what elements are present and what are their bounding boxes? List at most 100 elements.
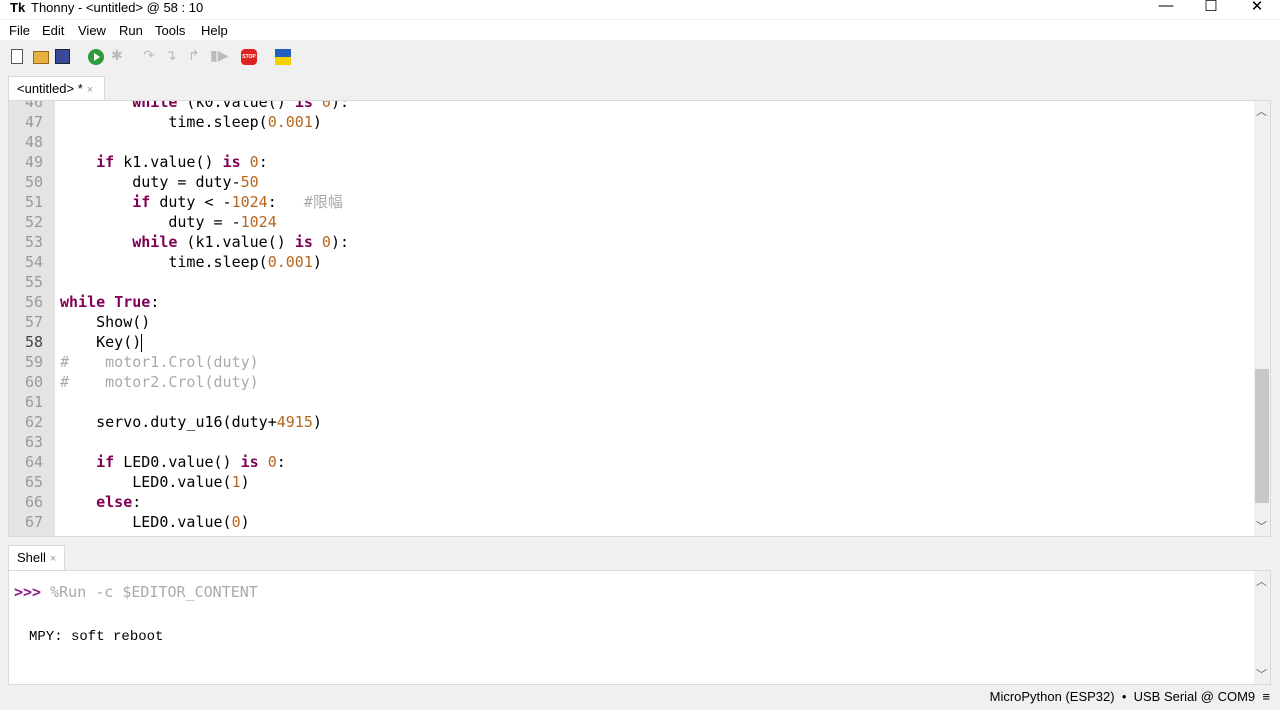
- line-number: 53: [24, 233, 43, 251]
- code-token: duty = duty-: [60, 173, 241, 191]
- toolbar: ✱ ↷ ↴ ↱ ▮▶ STOP: [0, 44, 1280, 70]
- line-number: 56: [24, 293, 43, 311]
- code-token: ):: [330, 233, 349, 251]
- code-token: ): [240, 473, 250, 491]
- code-token: :: [132, 493, 142, 511]
- code-token: 0: [321, 233, 331, 251]
- line-number: 67: [24, 513, 43, 531]
- code-token: while: [60, 293, 106, 311]
- shell-prompt: >>>: [14, 583, 42, 601]
- status-bar: MicroPython (ESP32) • USB Serial @ COM9 …: [990, 689, 1270, 704]
- code-token: is: [294, 233, 313, 251]
- code-token: ): [312, 113, 322, 131]
- code-token: servo.duty_u16(duty+: [60, 413, 277, 431]
- code-token: (k0.value(): [177, 100, 295, 111]
- shell-tab-close-icon[interactable]: ×: [50, 553, 56, 565]
- code-editor[interactable]: 46 while (k0.value() is 0): 47 time.sleep…: [8, 100, 1271, 537]
- code-token: ):: [330, 100, 349, 111]
- maximize-button[interactable]: ☐: [1188, 0, 1234, 17]
- step-out-icon[interactable]: ↱: [188, 47, 204, 63]
- line-number: 62: [24, 413, 43, 431]
- menu-run[interactable]: Run: [119, 23, 143, 38]
- code-token: 50: [240, 173, 259, 191]
- code-token: 0.001: [267, 113, 313, 131]
- code-token: if: [96, 153, 115, 171]
- scroll-up-icon[interactable]: ︿: [1256, 573, 1267, 589]
- save-icon[interactable]: [55, 49, 70, 64]
- shell-scrollbar[interactable]: ︿ ﹀: [1254, 571, 1270, 684]
- text-cursor: [141, 333, 143, 352]
- line-number: 64: [24, 453, 43, 471]
- step-into-icon[interactable]: ↴: [165, 47, 181, 63]
- debug-icon[interactable]: ✱: [111, 47, 127, 63]
- tab-untitled[interactable]: <untitled> * ×: [8, 76, 105, 101]
- minimize-button[interactable]: —: [1143, 0, 1189, 17]
- code-token: # motor2.Crol(duty): [60, 373, 259, 391]
- stop-icon[interactable]: STOP: [241, 49, 257, 65]
- scroll-down-icon[interactable]: ﹀: [1256, 666, 1267, 682]
- menu-edit[interactable]: Edit: [42, 23, 64, 38]
- resume-icon[interactable]: ▮▶: [210, 47, 228, 63]
- shell-console[interactable]: >>> %Run -c $EDITOR_CONTENT MPY: soft re…: [8, 570, 1271, 685]
- code-token: if: [132, 193, 151, 211]
- scroll-down-icon[interactable]: ﹀: [1256, 518, 1267, 534]
- line-number: 58: [24, 333, 43, 351]
- tab-label: <untitled> *: [17, 81, 83, 96]
- code-token: LED0.value(): [114, 453, 241, 471]
- ukraine-flag-icon[interactable]: [275, 49, 291, 65]
- editor-scrollbar[interactable]: ︿ ﹀: [1254, 101, 1270, 536]
- open-file-icon[interactable]: [33, 51, 49, 64]
- code-token: duty = -: [60, 213, 241, 231]
- code-token: LED0.value(: [60, 473, 232, 491]
- step-over-icon[interactable]: ↷: [143, 47, 159, 63]
- code-token: is: [222, 153, 241, 171]
- line-number: 57: [24, 313, 43, 331]
- code-token: LED0.value(: [60, 513, 232, 531]
- shell-tab-label: Shell: [17, 550, 46, 565]
- window-title: Thonny - <untitled> @ 58 : 10: [31, 0, 204, 15]
- code-token: else: [96, 493, 133, 511]
- line-number: 65: [24, 473, 43, 491]
- menu-file[interactable]: File: [9, 23, 30, 38]
- scroll-up-icon[interactable]: ︿: [1256, 103, 1267, 119]
- scrollbar-thumb[interactable]: [1255, 369, 1269, 503]
- line-number: 60: [24, 373, 43, 391]
- line-number: 55: [24, 273, 43, 291]
- code-token: ): [312, 253, 322, 271]
- line-number: 59: [24, 353, 43, 371]
- backend-status[interactable]: MicroPython (ESP32) • USB Serial @ COM9: [990, 689, 1256, 704]
- menu-icon[interactable]: ≡: [1262, 689, 1270, 704]
- code-token: while: [132, 100, 178, 111]
- code-token: 0: [231, 513, 241, 531]
- run-icon[interactable]: [88, 49, 104, 65]
- line-number: 63: [24, 433, 43, 451]
- menu-help[interactable]: Help: [201, 23, 228, 38]
- code-token: :: [150, 293, 160, 311]
- close-button[interactable]: ✕: [1234, 0, 1280, 17]
- code-token: if: [96, 453, 115, 471]
- code-token: time.sleep(: [60, 253, 268, 271]
- code-token: 0: [267, 453, 277, 471]
- line-number: 66: [24, 493, 43, 511]
- tab-shell[interactable]: Shell ×: [8, 545, 66, 571]
- code-token: ): [240, 513, 250, 531]
- menu-tools[interactable]: Tools: [155, 23, 185, 38]
- new-file-icon[interactable]: [11, 49, 23, 64]
- code-token: duty < -: [150, 193, 232, 211]
- code-token: Key(): [60, 333, 142, 351]
- code-token: 0.001: [267, 253, 313, 271]
- shell-output: MPY: soft reboot: [29, 629, 164, 645]
- code-token: # motor1.Crol(duty): [60, 353, 259, 371]
- line-number: 50: [24, 173, 43, 191]
- menu-view[interactable]: View: [78, 23, 106, 38]
- code-token: k1.value(): [114, 153, 223, 171]
- line-number: 51: [24, 193, 43, 211]
- code-token: True: [114, 293, 151, 311]
- code-token: while: [132, 233, 178, 251]
- tab-close-icon[interactable]: ×: [87, 84, 93, 96]
- code-token: time.sleep(: [60, 113, 268, 131]
- line-number: 46: [24, 100, 43, 111]
